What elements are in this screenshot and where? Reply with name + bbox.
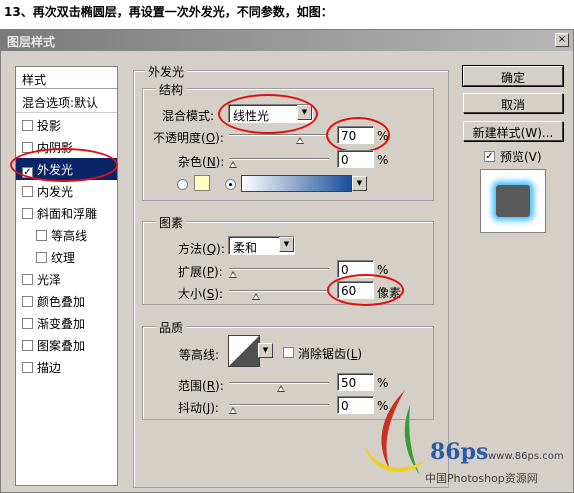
quality-title: 品质	[156, 319, 187, 336]
jitter-label: 抖动(J):	[178, 401, 219, 415]
antialias-label: 消除锯齿(L)	[298, 347, 363, 361]
86ps-logo-icon	[365, 390, 425, 475]
tutorial-caption: 13、再次双击椭圆层，再设置一次外发光，不同参数，如图：	[4, 5, 333, 19]
sidebar-item[interactable]: 等高线	[16, 224, 117, 246]
sidebar-item-label: 纹理	[51, 251, 76, 265]
noise-slider-thumb[interactable]	[229, 161, 238, 169]
style-checkbox[interactable]	[22, 120, 33, 131]
annotation-circle	[10, 148, 118, 182]
styles-header[interactable]: 样式	[16, 67, 117, 89]
preview-checkbox[interactable]: ✓	[484, 151, 495, 162]
opacity-label: 不透明度(O):	[153, 131, 224, 145]
sidebar-item[interactable]: 描边	[16, 356, 117, 378]
blend-mode-label: 混合模式:	[162, 109, 215, 123]
sidebar-item[interactable]: 颜色叠加	[16, 290, 117, 312]
spread-slider[interactable]	[229, 268, 329, 270]
spread-label: 扩展(P):	[178, 265, 223, 279]
style-checkbox[interactable]	[22, 362, 33, 373]
glow-color-swatch[interactable]	[194, 175, 210, 191]
sidebar-item-label: 投影	[37, 119, 62, 133]
glow-gradient-picker[interactable]	[241, 175, 352, 192]
jitter-slider-thumb[interactable]	[229, 407, 238, 415]
preview-label: 预览(V)	[500, 150, 542, 164]
sidebar-item[interactable]: 渐变叠加	[16, 312, 117, 334]
noise-input[interactable]: 0	[337, 150, 374, 168]
structure-title: 结构	[156, 81, 187, 98]
preview-swatch	[496, 185, 530, 217]
opacity-slider[interactable]	[229, 134, 329, 136]
sidebar-item-label: 图案叠加	[37, 339, 86, 353]
dialog-titlebar: 图层样式	[1, 30, 573, 51]
style-checkbox[interactable]	[22, 274, 33, 285]
close-button[interactable]: ×	[555, 33, 569, 47]
sidebar-item-label: 光泽	[37, 273, 62, 287]
solid-color-radio[interactable]	[177, 179, 188, 190]
style-checkbox[interactable]	[22, 186, 33, 197]
noise-label: 杂色(N):	[178, 155, 225, 169]
new-style-button[interactable]: 新建样式(W)...	[463, 121, 563, 141]
method-value: 柔和	[233, 241, 258, 255]
range-slider[interactable]	[229, 382, 329, 384]
sidebar-item[interactable]: 图案叠加	[16, 334, 117, 356]
style-checkbox[interactable]	[22, 340, 33, 351]
annotation-circle	[218, 94, 318, 134]
gradient-radio[interactable]	[225, 179, 236, 190]
sidebar-item[interactable]: 纹理	[16, 246, 117, 268]
spread-slider-thumb[interactable]	[229, 271, 238, 279]
range-slider-thumb[interactable]	[277, 385, 286, 393]
watermark-url: www.86ps.com	[488, 451, 564, 462]
range-label: 范围(R):	[178, 379, 224, 393]
sidebar-item[interactable]: 投影	[16, 114, 117, 136]
sidebar-item-label: 描边	[37, 361, 62, 375]
layer-style-dialog: 图层样式 × 样式 混合选项:默认 投影 内阴影 ✓ 外发光 内发光 斜面和浮雕 等高线 纹理…	[0, 29, 574, 493]
style-checkbox[interactable]	[36, 252, 47, 263]
size-label: 大小(S):	[178, 287, 224, 301]
chevron-down-icon[interactable]: ▼	[352, 176, 367, 191]
contour-label: 等高线:	[179, 348, 220, 362]
close-icon: ×	[557, 34, 567, 45]
annotation-circle	[326, 117, 390, 153]
elements-title: 图素	[156, 214, 187, 231]
outer-glow-title: 外发光	[145, 63, 188, 80]
sidebar-item-label: 斜面和浮雕	[37, 207, 98, 221]
style-checkbox[interactable]	[22, 318, 33, 329]
sidebar-item[interactable]: 内发光	[16, 180, 117, 202]
cancel-button[interactable]: 取消	[463, 93, 563, 113]
antialias-checkbox[interactable]	[283, 347, 294, 358]
sidebar-item-label: 内发光	[37, 185, 74, 199]
ok-button[interactable]: 确定	[462, 65, 564, 87]
contour-picker[interactable]	[228, 335, 260, 367]
sidebar-item[interactable]: 斜面和浮雕	[16, 202, 117, 224]
annotation-circle	[327, 274, 404, 306]
style-preview	[480, 169, 546, 233]
sidebar-item-label: 渐变叠加	[37, 317, 86, 331]
style-checkbox[interactable]	[22, 208, 33, 219]
watermark-site: 中国Photoshop资源网	[425, 472, 538, 485]
size-slider[interactable]	[229, 290, 329, 292]
method-select[interactable]: 柔和 ▼	[228, 236, 295, 255]
contour-linear-icon	[229, 336, 259, 366]
styles-list: 样式 混合选项:默认 投影 内阴影 ✓ 外发光 内发光 斜面和浮雕 等高线 纹理 光泽 颜色叠加渐…	[15, 66, 118, 486]
watermark-logo-text: 86ps	[430, 439, 489, 465]
jitter-slider[interactable]	[229, 404, 329, 406]
dialog-title: 图层样式	[7, 35, 56, 49]
sidebar-item[interactable]: 光泽	[16, 268, 117, 290]
method-label: 方法(Q):	[178, 242, 225, 256]
style-checkbox[interactable]	[36, 230, 47, 241]
opacity-slider-thumb[interactable]	[296, 137, 305, 145]
chevron-down-icon: ▼	[279, 237, 294, 252]
style-checkbox[interactable]	[22, 296, 33, 307]
noise-unit: %	[377, 153, 389, 167]
noise-slider[interactable]	[229, 158, 329, 160]
chevron-down-icon[interactable]: ▼	[258, 343, 273, 358]
sidebar-item-label: 等高线	[51, 229, 88, 243]
size-slider-thumb[interactable]	[252, 293, 261, 301]
sidebar-item-label: 颜色叠加	[37, 295, 86, 309]
blend-options-item[interactable]: 混合选项:默认	[16, 91, 117, 113]
